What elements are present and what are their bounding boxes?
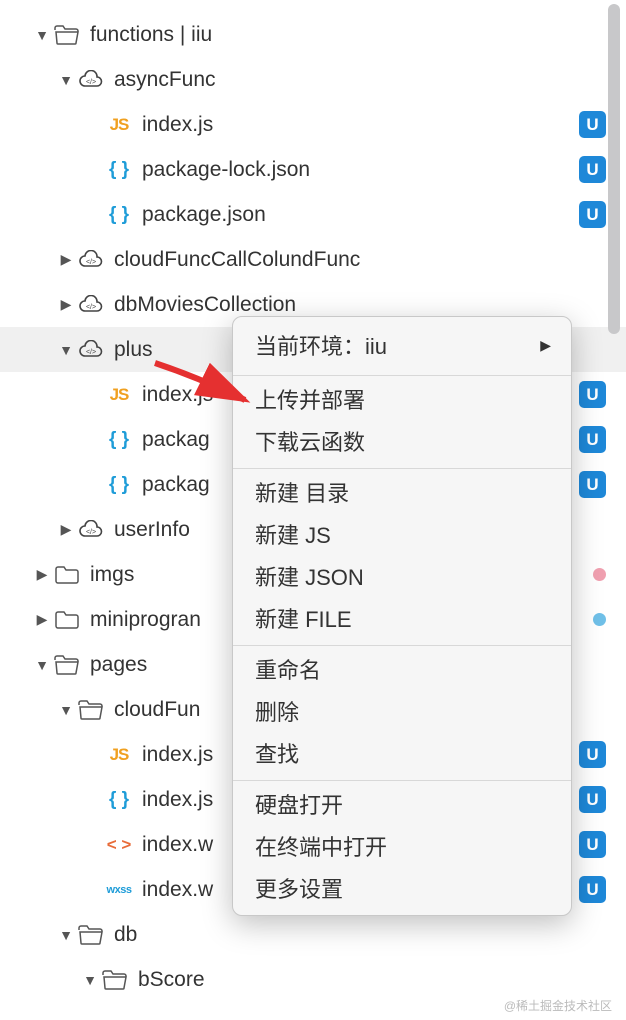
folder-label: functions | iiu bbox=[90, 23, 606, 47]
json-icon: { } bbox=[104, 204, 134, 226]
menu-separator bbox=[233, 375, 571, 376]
menu-item-more-settings[interactable]: 更多设置 bbox=[233, 869, 571, 911]
scrollbar[interactable] bbox=[608, 4, 620, 334]
status-badge: U bbox=[579, 111, 606, 138]
svg-text:</>: </> bbox=[86, 259, 96, 266]
tree-folder-db[interactable]: ▼ db bbox=[0, 912, 626, 957]
context-menu-header[interactable]: 当前环境：iiu ▶ bbox=[233, 321, 571, 371]
status-badge: U bbox=[579, 876, 606, 903]
json-icon: { } bbox=[104, 159, 134, 181]
menu-separator bbox=[233, 468, 571, 469]
menu-item-download-cloudfn[interactable]: 下载云函数 bbox=[233, 422, 571, 464]
folder-label: bScore bbox=[138, 968, 606, 992]
context-menu: 当前环境：iiu ▶ 上传并部署 下载云函数 新建 目录 新建 JS 新建 JS… bbox=[232, 316, 572, 916]
caret-right-icon: ▶ bbox=[58, 296, 74, 313]
status-badge: U bbox=[579, 426, 606, 453]
menu-item-rename[interactable]: 重命名 bbox=[233, 650, 571, 692]
tree-cloud-cloudfunccall[interactable]: ▶ </> cloudFuncCallColundFunc bbox=[0, 237, 626, 282]
menu-item-delete[interactable]: 删除 bbox=[233, 692, 571, 734]
svg-text:</>: </> bbox=[86, 529, 96, 536]
tree-file-packagelock[interactable]: { } package-lock.json U bbox=[0, 147, 626, 192]
status-badge: U bbox=[579, 741, 606, 768]
wxml-icon: < > bbox=[104, 835, 134, 855]
caret-right-icon: ▶ bbox=[34, 566, 50, 583]
caret-down-icon: ▼ bbox=[58, 342, 74, 358]
tree-folder-functions[interactable]: ▼ functions | iiu bbox=[0, 12, 626, 57]
status-badge: U bbox=[579, 831, 606, 858]
tree-file-packagejson[interactable]: { } package.json U bbox=[0, 192, 626, 237]
folder-label: dbMoviesCollection bbox=[114, 293, 606, 317]
menu-item-open-disk[interactable]: 硬盘打开 bbox=[233, 785, 571, 827]
tree-file-indexjs[interactable]: JS index.js U bbox=[0, 102, 626, 147]
menu-item-open-terminal[interactable]: 在终端中打开 bbox=[233, 827, 571, 869]
caret-down-icon: ▼ bbox=[34, 657, 50, 673]
folder-open-icon bbox=[100, 970, 130, 990]
status-badge: U bbox=[579, 201, 606, 228]
watermark: @稀土掘金技术社区 bbox=[504, 997, 612, 1014]
menu-separator bbox=[233, 645, 571, 646]
caret-down-icon: ▼ bbox=[58, 927, 74, 943]
tree-folder-bscore[interactable]: ▼ bScore bbox=[0, 957, 626, 1002]
status-dot bbox=[593, 613, 606, 626]
folder-open-icon bbox=[52, 25, 82, 45]
svg-text:</>: </> bbox=[86, 349, 96, 356]
status-dot bbox=[593, 568, 606, 581]
menu-item-find[interactable]: 查找 bbox=[233, 734, 571, 776]
js-icon: JS bbox=[104, 745, 134, 765]
menu-separator bbox=[233, 780, 571, 781]
json-icon: { } bbox=[104, 474, 134, 496]
cloud-icon: </> bbox=[76, 70, 106, 90]
caret-right-icon: ▶ bbox=[58, 521, 74, 538]
cloud-icon: </> bbox=[76, 340, 106, 360]
js-icon: JS bbox=[104, 115, 134, 135]
folder-label: asyncFunc bbox=[114, 68, 606, 92]
svg-text:</>: </> bbox=[86, 79, 96, 86]
caret-down-icon: ▼ bbox=[58, 72, 74, 88]
menu-item-upload-deploy[interactable]: 上传并部署 bbox=[233, 380, 571, 422]
caret-down-icon: ▼ bbox=[34, 27, 50, 43]
menu-item-new-dir[interactable]: 新建 目录 bbox=[233, 473, 571, 515]
folder-icon bbox=[52, 565, 82, 585]
cloud-icon: </> bbox=[76, 295, 106, 315]
caret-down-icon: ▼ bbox=[58, 702, 74, 718]
menu-item-new-js[interactable]: 新建 JS bbox=[233, 515, 571, 557]
context-menu-env-label: 当前环境：iiu bbox=[255, 329, 387, 361]
cloud-icon: </> bbox=[76, 520, 106, 540]
folder-icon bbox=[52, 610, 82, 630]
json-icon: { } bbox=[104, 429, 134, 451]
folder-label: cloudFuncCallColundFunc bbox=[114, 248, 606, 272]
svg-text:</>: </> bbox=[86, 304, 96, 311]
json-icon: { } bbox=[104, 789, 134, 811]
menu-item-new-json[interactable]: 新建 JSON bbox=[233, 557, 571, 599]
wxss-icon: wxss bbox=[104, 884, 134, 896]
folder-label: db bbox=[114, 923, 606, 947]
file-label: package-lock.json bbox=[142, 158, 579, 182]
tree-cloud-asyncfunc[interactable]: ▼ </> asyncFunc bbox=[0, 57, 626, 102]
caret-right-icon: ▶ bbox=[34, 611, 50, 628]
js-icon: JS bbox=[104, 385, 134, 405]
status-badge: U bbox=[579, 786, 606, 813]
cloud-icon: </> bbox=[76, 250, 106, 270]
file-label: index.js bbox=[142, 113, 579, 137]
status-badge: U bbox=[579, 156, 606, 183]
folder-open-icon bbox=[76, 925, 106, 945]
file-label: package.json bbox=[142, 203, 579, 227]
menu-item-new-file[interactable]: 新建 FILE bbox=[233, 599, 571, 641]
status-badge: U bbox=[579, 471, 606, 498]
status-badge: U bbox=[579, 381, 606, 408]
chevron-right-icon: ▶ bbox=[540, 337, 551, 354]
caret-right-icon: ▶ bbox=[58, 251, 74, 268]
folder-open-icon bbox=[76, 700, 106, 720]
caret-down-icon: ▼ bbox=[82, 972, 98, 988]
folder-open-icon bbox=[52, 655, 82, 675]
